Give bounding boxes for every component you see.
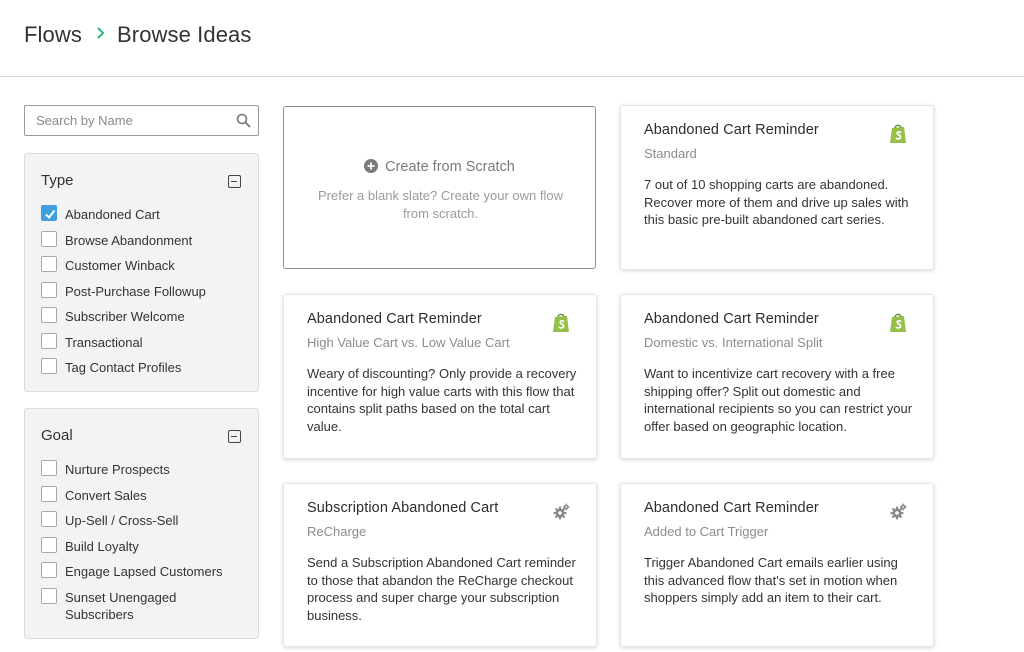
breadcrumb-flows-link[interactable]: Flows — [24, 22, 82, 48]
flow-idea-card[interactable]: Subscription Abandoned Cart ReCharge Sen… — [283, 483, 597, 647]
collapse-icon[interactable] — [228, 430, 241, 443]
card-title: Abandoned Cart Reminder — [307, 311, 482, 327]
checkbox[interactable] — [41, 588, 57, 604]
checkbox[interactable] — [41, 537, 57, 553]
filter-option-build-loyalty[interactable]: Build Loyalty — [41, 537, 256, 555]
checkmark-icon — [45, 209, 56, 220]
filter-option-label: Customer Winback — [65, 258, 175, 273]
goal-filter-title: Goal — [41, 427, 73, 444]
card-subtitle: Standard — [644, 146, 697, 161]
filter-option-label: Nurture Prospects — [65, 462, 170, 477]
filter-option-nurture-prospects[interactable]: Nurture Prospects — [41, 460, 256, 478]
card-description: Weary of discounting? Only provide a rec… — [307, 366, 577, 434]
card-title: Abandoned Cart Reminder — [644, 122, 819, 138]
card-description: Want to incentivize cart recovery with a… — [644, 366, 913, 434]
card-title: Abandoned Cart Reminder — [644, 311, 819, 327]
shopify-icon — [890, 124, 906, 143]
chevron-right-icon — [97, 27, 105, 39]
gear-icon — [553, 503, 570, 520]
card-subtitle: High Value Cart vs. Low Value Cart — [307, 335, 510, 350]
card-subtitle: ReCharge — [307, 524, 367, 539]
search-icon[interactable] — [236, 113, 251, 128]
filter-option-engage-lapsed-customers[interactable]: Engage Lapsed Customers — [41, 562, 256, 580]
create-from-scratch-title: Create from Scratch — [385, 159, 515, 175]
filter-option-up-sell-cross-sell[interactable]: Up-Sell / Cross-Sell — [41, 511, 256, 529]
shopify-icon — [890, 313, 906, 332]
checkbox[interactable] — [41, 256, 57, 272]
flow-idea-card[interactable]: Abandoned Cart Reminder Standard 7 out o… — [620, 105, 934, 270]
filter-option-transactional[interactable]: Transactional — [41, 333, 256, 351]
flow-idea-card[interactable]: Abandoned Cart Reminder Added to Cart Tr… — [620, 483, 934, 647]
checkbox[interactable] — [41, 511, 57, 527]
filter-option-label: Build Loyalty — [65, 539, 139, 554]
flow-idea-card[interactable]: Abandoned Cart Reminder High Value Cart … — [283, 294, 597, 459]
card-description: 7 out of 10 shopping carts are abandoned… — [644, 177, 909, 228]
checkbox[interactable] — [41, 460, 57, 476]
card-subtitle: Domestic vs. International Split — [644, 335, 823, 350]
filter-option-customer-winback[interactable]: Customer Winback — [41, 256, 256, 274]
card-title: Abandoned Cart Reminder — [644, 500, 819, 516]
search-box — [24, 105, 259, 136]
checkbox[interactable] — [41, 486, 57, 502]
gear-icon — [890, 503, 907, 520]
type-filter-panel: Type Abandoned Cart Browse Abandonment C… — [24, 153, 259, 392]
filter-option-label: Abandoned Cart — [65, 207, 160, 222]
filter-option-convert-sales[interactable]: Convert Sales — [41, 486, 256, 504]
card-description: Send a Subscription Abandoned Cart remin… — [307, 555, 576, 623]
filter-option-subscriber-welcome[interactable]: Subscriber Welcome — [41, 307, 256, 325]
filter-option-label: Subscriber Welcome — [65, 309, 185, 324]
goal-filter-panel: Goal Nurture Prospects Convert Sales Up-… — [24, 408, 259, 639]
card-title: Subscription Abandoned Cart — [307, 500, 499, 516]
filter-option-label: Engage Lapsed Customers — [65, 564, 223, 579]
filter-option-label: Browse Abandonment — [65, 233, 193, 248]
filter-option-label: Transactional — [65, 335, 143, 350]
checkbox[interactable] — [41, 562, 57, 578]
page-title: Browse Ideas — [117, 22, 252, 47]
filter-option-label: Tag Contact Profiles — [65, 360, 182, 375]
card-description: Trigger Abandoned Cart emails earlier us… — [644, 555, 898, 606]
search-input[interactable] — [25, 106, 230, 135]
filter-option-tag-contact-profiles[interactable]: Tag Contact Profiles — [41, 358, 256, 376]
card-subtitle: Added to Cart Trigger — [644, 524, 769, 539]
shopify-icon — [553, 313, 569, 332]
create-from-scratch-card[interactable]: Create from Scratch Prefer a blank slate… — [283, 106, 596, 269]
filter-option-label: Sunset Unengaged Subscribers — [65, 590, 177, 622]
filter-option-label: Post-Purchase Followup — [65, 284, 206, 299]
checkbox-checked[interactable] — [41, 205, 57, 221]
create-from-scratch-description: Prefer a blank slate? Create your own fl… — [318, 188, 563, 221]
type-filter-title: Type — [41, 172, 74, 189]
flow-idea-card[interactable]: Abandoned Cart Reminder Domestic vs. Int… — [620, 294, 934, 459]
checkbox[interactable] — [41, 282, 57, 298]
filter-option-post-purchase-followup[interactable]: Post-Purchase Followup — [41, 282, 256, 300]
filter-option-browse-abandonment[interactable]: Browse Abandonment — [41, 231, 256, 249]
checkbox[interactable] — [41, 307, 57, 323]
create-from-scratch-heading: Create from Scratch — [284, 159, 595, 175]
filter-option-label: Convert Sales — [65, 488, 147, 503]
filter-option-sunset-unengaged-subscribers[interactable]: Sunset Unengaged Subscribers — [41, 588, 256, 624]
collapse-icon[interactable] — [228, 175, 241, 188]
checkbox[interactable] — [41, 358, 57, 374]
page-header: Flows Browse Ideas — [0, 0, 1024, 77]
plus-circle-icon — [364, 159, 379, 173]
filter-option-label: Up-Sell / Cross-Sell — [65, 513, 179, 528]
checkbox[interactable] — [41, 231, 57, 247]
checkbox[interactable] — [41, 333, 57, 349]
filter-option-abandoned-cart[interactable]: Abandoned Cart — [41, 205, 256, 223]
